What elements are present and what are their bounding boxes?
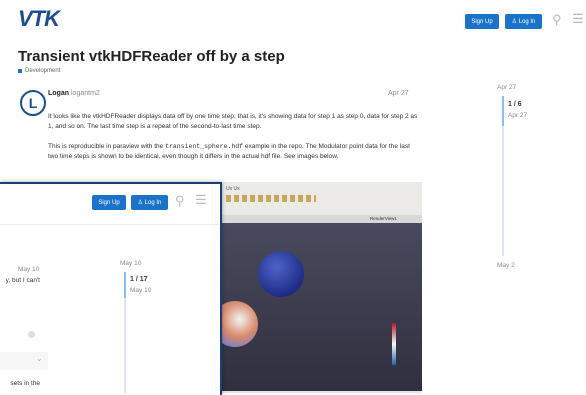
front-reply-avatar[interactable] [28, 331, 35, 338]
front-log-in-label: Log In [144, 199, 162, 206]
log-in-label: Log In [518, 18, 536, 25]
category-label: Development [25, 68, 61, 74]
author-name: Logan [48, 90, 69, 97]
post-date[interactable]: Apr 27 [388, 90, 409, 97]
post-author[interactable]: Logan logantm2 [48, 90, 100, 97]
front-log-in-button[interactable]: ♙ Log In [131, 195, 168, 210]
code-filename: transient_sphere.hdf [165, 143, 244, 150]
author-handle: logantm2 [71, 90, 100, 97]
timeline-handle[interactable] [502, 96, 504, 126]
front-window: Sign Up ♙ Log In ⚲ ☰ May 10 y, but I can… [0, 182, 222, 395]
timeline-bottom-date[interactable]: May 2 [497, 262, 515, 269]
search-icon[interactable]: ⚲ [552, 12, 562, 28]
render-view [212, 223, 422, 391]
front-timeline-handle[interactable] [124, 272, 126, 298]
avatar[interactable]: L [20, 90, 46, 116]
topic-title: Transient vtkHDFReader off by a step [18, 48, 285, 65]
sphere-blue [258, 251, 304, 297]
timeline-count: 1 / 6 [508, 101, 522, 108]
category-badge[interactable]: Development [18, 68, 60, 74]
front-post-date[interactable]: May 10 [18, 266, 39, 273]
post-paragraph-2: This is reproducible in paraview with th… [48, 142, 418, 162]
vtk-logo[interactable]: VTK [18, 6, 60, 32]
chevron-down-icon: ⌄ [36, 354, 43, 363]
timeline-top-date[interactable]: Apr 27 [497, 84, 516, 91]
user-icon: ♙ [511, 19, 518, 25]
image-toolbar: Ux Ux [222, 182, 422, 216]
paraview-screenshot: Ux Ux RenderView1 [212, 182, 422, 393]
header-divider [0, 224, 218, 225]
pane-label: RenderView1 [370, 216, 397, 221]
front-timeline-top-date[interactable]: May 10 [120, 260, 141, 267]
front-sign-up-button[interactable]: Sign Up [92, 195, 126, 210]
front-user-icon: ♙ [137, 200, 144, 206]
timeline-track[interactable] [502, 126, 504, 256]
front-menu-icon[interactable]: ☰ [195, 192, 207, 208]
color-legend [392, 323, 396, 365]
front-timeline-track[interactable] [124, 298, 126, 393]
front-search-icon[interactable]: ⚲ [175, 193, 185, 209]
sign-up-button[interactable]: Sign Up [465, 14, 499, 29]
front-expand-row[interactable]: ⌄ [0, 352, 48, 370]
toolbar-text: Ux Ux [226, 186, 240, 192]
front-post-text-1: y, but I can't [5, 277, 40, 284]
front-timeline-count: 1 / 17 [130, 276, 148, 283]
menu-icon[interactable]: ☰ [572, 11, 584, 27]
para2-text: This is reproducible in paraview with th… [48, 143, 166, 150]
front-post-text-2: sets in the [10, 380, 40, 387]
view-header: RenderView1 [222, 215, 422, 223]
toolbar-icons [226, 195, 316, 202]
timeline-count-date: Apr 27 [508, 112, 528, 119]
front-timeline-count-date: May 10 [130, 287, 152, 294]
category-color [18, 69, 22, 73]
post-paragraph-1: It looks like the vtkHDFReader displays … [48, 113, 418, 130]
log-in-button[interactable]: ♙ Log In [505, 14, 542, 29]
